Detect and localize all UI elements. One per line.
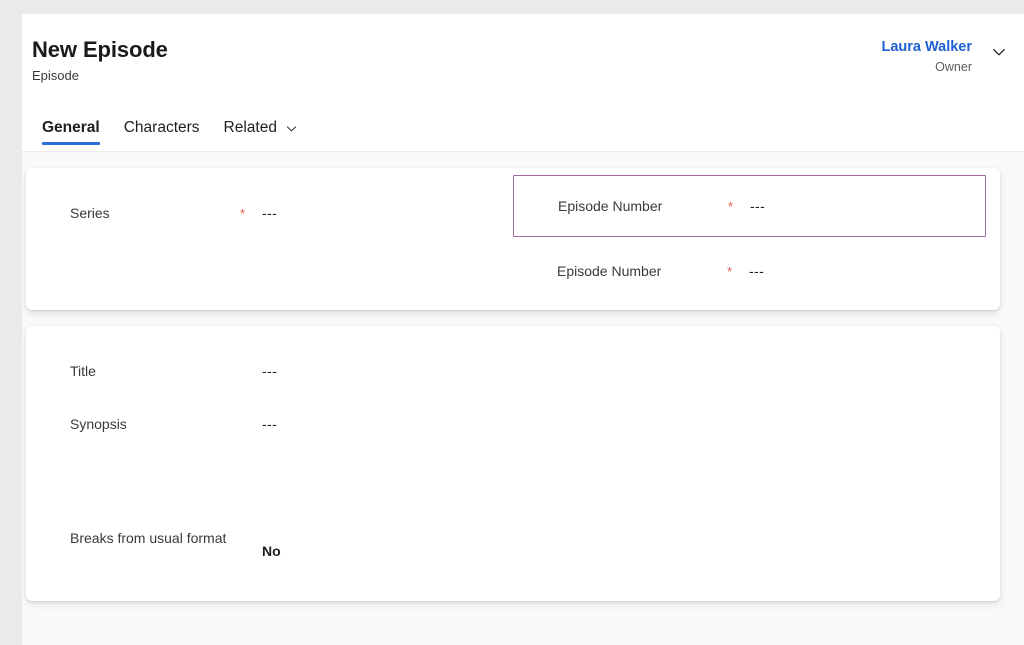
required-marker: * bbox=[727, 264, 733, 279]
tab-characters-label: Characters bbox=[123, 119, 200, 136]
summary-card: Series * --- Episode Number * --- Episod… bbox=[26, 168, 1000, 310]
owner-field[interactable]: Laura Walker Owner bbox=[881, 38, 1012, 76]
owner-name-link[interactable]: Laura Walker bbox=[881, 38, 972, 57]
field-title[interactable]: Title * --- bbox=[26, 361, 513, 381]
field-synopsis-label: Synopsis bbox=[70, 416, 127, 432]
details-card-right-column bbox=[513, 326, 1000, 601]
field-series-value: --- bbox=[262, 205, 278, 221]
field-synopsis-value: --- bbox=[262, 416, 278, 432]
summary-card-left-column: Series * --- bbox=[26, 168, 513, 310]
owner-text: Laura Walker Owner bbox=[881, 38, 972, 76]
field-series-label: Series bbox=[70, 205, 110, 221]
tab-bar: General Characters Related bbox=[30, 103, 310, 151]
form-body: Series * --- Episode Number * --- Episod… bbox=[22, 152, 1024, 645]
app-window: New Episode Episode Laura Walker Owner G… bbox=[22, 14, 1024, 645]
required-marker: * bbox=[240, 206, 246, 221]
field-breaks-from-usual-format-label: Breaks from usual format bbox=[70, 530, 227, 546]
details-card: Title * --- Synopsis * --- Breaks from u… bbox=[26, 326, 1000, 601]
page-title: New Episode bbox=[32, 37, 168, 62]
field-episode-number-secondary[interactable]: Episode Number * --- bbox=[513, 261, 986, 281]
field-series[interactable]: Series * --- bbox=[26, 203, 513, 223]
entity-type-label: Episode bbox=[32, 68, 79, 83]
field-breaks-from-usual-format-value: No bbox=[262, 543, 281, 559]
field-title-label: Title bbox=[70, 363, 96, 379]
chevron-down-icon[interactable] bbox=[986, 39, 1012, 65]
tab-general[interactable]: General bbox=[30, 118, 112, 151]
required-marker: * bbox=[728, 199, 734, 214]
field-episode-number-secondary-label: Episode Number bbox=[557, 263, 662, 279]
summary-card-right-column: Episode Number * --- Episode Number * --… bbox=[513, 168, 1000, 310]
tab-general-label: General bbox=[42, 119, 100, 136]
field-title-value: --- bbox=[262, 363, 278, 379]
tab-characters[interactable]: Characters bbox=[112, 118, 212, 151]
field-breaks-from-usual-format[interactable]: Breaks from usual format * No bbox=[26, 528, 513, 561]
field-episode-number-label: Episode Number bbox=[558, 198, 663, 214]
tab-related-label: Related bbox=[223, 119, 277, 136]
record-header: New Episode Episode Laura Walker Owner G… bbox=[22, 14, 1024, 152]
title-block: New Episode Episode bbox=[32, 36, 168, 85]
details-card-left-column: Title * --- Synopsis * --- Breaks from u… bbox=[26, 326, 513, 601]
field-episode-number-value: --- bbox=[750, 198, 766, 214]
chevron-down-icon[interactable] bbox=[285, 122, 298, 135]
field-episode-number-secondary-value: --- bbox=[749, 263, 765, 279]
field-episode-number-selected[interactable]: Episode Number * --- bbox=[513, 175, 986, 237]
field-synopsis[interactable]: Synopsis * --- bbox=[26, 414, 513, 434]
owner-role-label: Owner bbox=[935, 60, 972, 74]
tab-related[interactable]: Related bbox=[212, 118, 310, 151]
